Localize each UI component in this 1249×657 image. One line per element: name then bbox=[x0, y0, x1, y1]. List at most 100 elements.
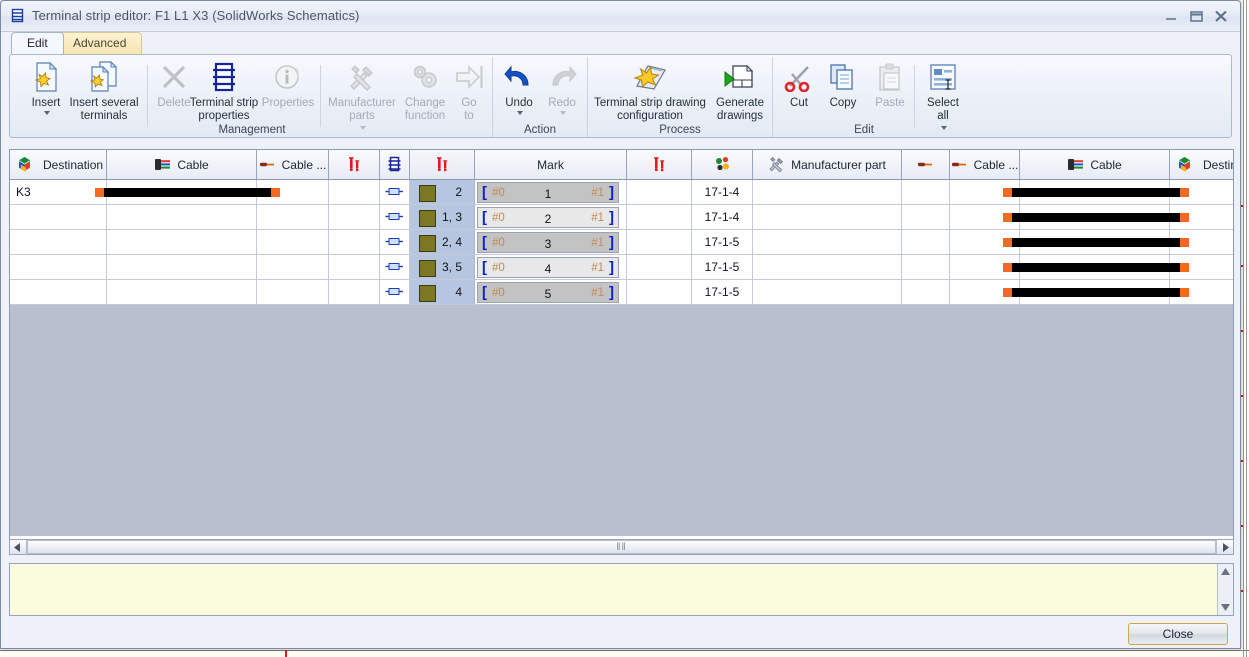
tab-edit[interactable]: Edit bbox=[11, 32, 64, 54]
column-header-manufacturer_part[interactable]: Manufacturer part bbox=[753, 150, 902, 180]
cell-bridge[interactable]: 3, 5 bbox=[410, 255, 475, 280]
message-pane-scrollbar[interactable] bbox=[1217, 564, 1233, 615]
table-row[interactable]: K3 2[#01#1] 17-1-4 bbox=[10, 180, 1234, 205]
scroll-thumb[interactable]: ‖‖ bbox=[27, 540, 1216, 554]
mark-editor[interactable]: [#02#1] bbox=[477, 207, 619, 228]
cell-cable_core_left[interactable] bbox=[257, 280, 329, 305]
cell-manufacturer_part[interactable] bbox=[753, 255, 902, 280]
cell-cable_core_right_sym[interactable] bbox=[902, 230, 950, 255]
undo-button[interactable]: Undo bbox=[497, 60, 541, 119]
column-header-terminal_symbol[interactable] bbox=[380, 150, 410, 180]
properties-button[interactable]: Properties bbox=[256, 60, 320, 110]
message-pane[interactable] bbox=[9, 563, 1234, 616]
redo-dropdown-caret[interactable] bbox=[540, 110, 584, 119]
terminal-strip-properties-button[interactable]: Terminal strip properties bbox=[186, 60, 262, 122]
column-header-wire_mark_right[interactable] bbox=[627, 150, 692, 180]
table-row[interactable]: 2, 4[#03#1] 17-1-5 bbox=[10, 230, 1234, 255]
cell-destination_left[interactable]: K3 bbox=[10, 180, 107, 205]
cell-cable_core_right_sym[interactable] bbox=[902, 255, 950, 280]
column-header-cable_core_right[interactable]: Cable ... bbox=[950, 150, 1020, 180]
cell-manufacturer_part[interactable] bbox=[753, 180, 902, 205]
cell-bridge[interactable]: 1, 3 bbox=[410, 205, 475, 230]
minimize-button[interactable] bbox=[1160, 7, 1182, 25]
copy-button[interactable]: Copy bbox=[818, 60, 868, 110]
scroll-left-button[interactable] bbox=[10, 540, 27, 554]
cell-bridge[interactable]: 2, 4 bbox=[410, 230, 475, 255]
cell-destination_left[interactable] bbox=[10, 230, 107, 255]
cell-destination_left[interactable] bbox=[10, 255, 107, 280]
cell-component_mark[interactable]: 17-1-5 bbox=[692, 255, 753, 280]
cell-wire_mark_right[interactable] bbox=[627, 230, 692, 255]
cell-component_mark[interactable]: 17-1-5 bbox=[692, 230, 753, 255]
cell-destination_left[interactable] bbox=[10, 205, 107, 230]
paste-button[interactable]: Paste bbox=[865, 60, 915, 110]
table-row[interactable]: 3, 5[#04#1] 17-1-5 bbox=[10, 255, 1234, 280]
cut-button[interactable]: Cut bbox=[777, 60, 821, 110]
cell-destination_left[interactable] bbox=[10, 280, 107, 305]
mark-editor[interactable]: [#03#1] bbox=[477, 232, 619, 253]
cell-mark[interactable]: [#01#1] bbox=[475, 180, 627, 205]
mark-editor[interactable]: [#04#1] bbox=[477, 257, 619, 278]
cell-wire_mark_right[interactable] bbox=[627, 280, 692, 305]
cell-terminal_symbol[interactable] bbox=[380, 230, 410, 255]
cell-wire_mark_left[interactable] bbox=[329, 255, 380, 280]
mark-editor[interactable]: [#05#1] bbox=[477, 282, 619, 303]
grid-horizontal-scrollbar[interactable]: ‖‖ bbox=[9, 539, 1234, 555]
cell-component_mark[interactable]: 17-1-4 bbox=[692, 180, 753, 205]
close-button[interactable]: Close bbox=[1128, 623, 1228, 645]
table-row[interactable]: 1, 3[#02#1] 17-1-4 bbox=[10, 205, 1234, 230]
generate-drawings-button[interactable]: Generate drawings bbox=[709, 60, 771, 122]
cell-manufacturer_part[interactable] bbox=[753, 280, 902, 305]
cell-bridge[interactable]: 4 bbox=[410, 280, 475, 305]
cell-wire_mark_left[interactable] bbox=[329, 180, 380, 205]
manufacturer-parts-button[interactable]: Manufacturer parts bbox=[323, 60, 401, 135]
cell-wire_mark_left[interactable] bbox=[329, 280, 380, 305]
cell-cable_left[interactable] bbox=[107, 280, 257, 305]
cell-cable_core_left[interactable] bbox=[257, 255, 329, 280]
insert-several-terminals-button[interactable]: Insert several terminals bbox=[64, 60, 144, 122]
column-header-mark[interactable]: Mark bbox=[475, 150, 627, 180]
column-header-destination_right[interactable]: Destination bbox=[1170, 150, 1234, 180]
scroll-right-button[interactable] bbox=[1216, 540, 1233, 554]
cell-component_mark[interactable]: 17-1-5 bbox=[692, 280, 753, 305]
cell-mark[interactable]: [#02#1] bbox=[475, 205, 627, 230]
column-header-wire_mark_left[interactable] bbox=[329, 150, 380, 180]
redo-button[interactable]: Redo bbox=[540, 60, 584, 119]
column-header-component_mark[interactable] bbox=[692, 150, 753, 180]
maximize-button[interactable] bbox=[1185, 7, 1207, 25]
mark-editor[interactable]: [#01#1] bbox=[477, 182, 619, 203]
cell-cable_core_right_sym[interactable] bbox=[902, 180, 950, 205]
tab-advanced[interactable]: Advanced bbox=[57, 32, 142, 54]
column-header-bridge[interactable] bbox=[410, 150, 475, 180]
cell-terminal_symbol[interactable] bbox=[380, 255, 410, 280]
cell-wire_mark_left[interactable] bbox=[329, 230, 380, 255]
cell-terminal_symbol[interactable] bbox=[380, 280, 410, 305]
cell-wire_mark_right[interactable] bbox=[627, 205, 692, 230]
cell-cable_left[interactable] bbox=[107, 255, 257, 280]
cell-wire_mark_right[interactable] bbox=[627, 255, 692, 280]
cell-manufacturer_part[interactable] bbox=[753, 205, 902, 230]
column-header-cable_core_right_sym[interactable] bbox=[902, 150, 950, 180]
select-all-button[interactable]: Select all bbox=[917, 60, 969, 135]
cell-bridge[interactable]: 2 bbox=[410, 180, 475, 205]
message-scroll-down-button[interactable] bbox=[1218, 600, 1233, 615]
cell-manufacturer_part[interactable] bbox=[753, 230, 902, 255]
cell-cable_core_left[interactable] bbox=[257, 230, 329, 255]
column-header-cable_right[interactable]: Cable bbox=[1020, 150, 1170, 180]
cell-cable_core_right_sym[interactable] bbox=[902, 280, 950, 305]
close-window-button[interactable] bbox=[1210, 7, 1232, 25]
cell-mark[interactable]: [#03#1] bbox=[475, 230, 627, 255]
column-header-cable_core_left[interactable]: Cable ... bbox=[257, 150, 329, 180]
cell-wire_mark_left[interactable] bbox=[329, 205, 380, 230]
table-row[interactable]: 4[#05#1] 17-1-5 bbox=[10, 280, 1234, 305]
cell-mark[interactable]: [#05#1] bbox=[475, 280, 627, 305]
cell-cable_left[interactable] bbox=[107, 230, 257, 255]
cell-terminal_symbol[interactable] bbox=[380, 180, 410, 205]
undo-dropdown-caret[interactable] bbox=[497, 110, 541, 119]
change-function-button[interactable]: Change function bbox=[395, 60, 455, 122]
cell-cable_core_right_sym[interactable] bbox=[902, 205, 950, 230]
go-to-button[interactable]: Go to bbox=[449, 60, 489, 122]
terminal-strip-drawing-configuration-button[interactable]: Terminal strip drawing configuration bbox=[590, 60, 710, 122]
cell-component_mark[interactable]: 17-1-4 bbox=[692, 205, 753, 230]
column-header-cable_left[interactable]: Cable bbox=[107, 150, 257, 180]
